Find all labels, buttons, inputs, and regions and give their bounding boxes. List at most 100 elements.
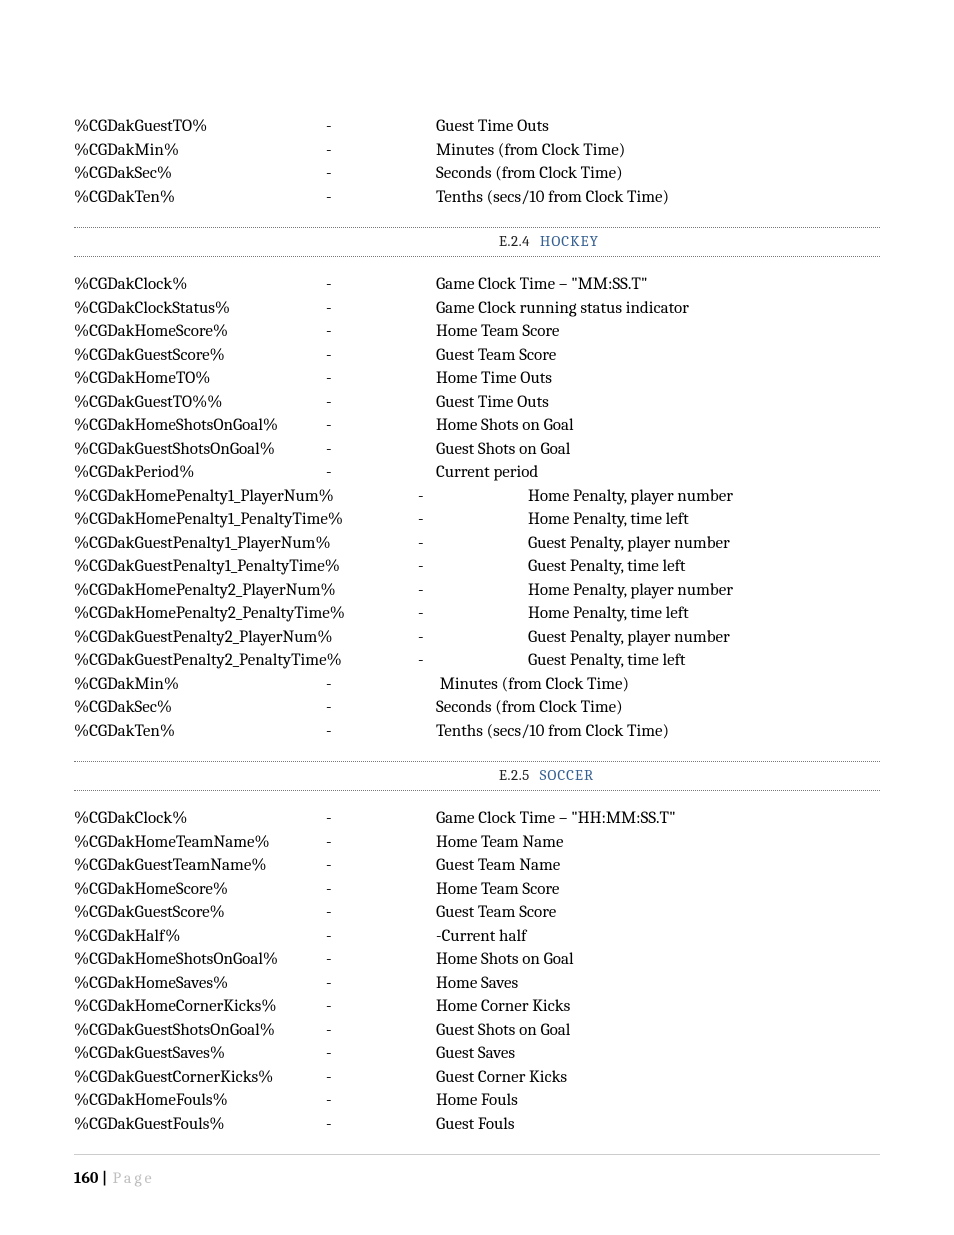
token: %CGDakHomeScore% [74,320,326,344]
dash: - [326,972,436,996]
token: %CGDakHalf% [74,925,326,949]
dash: - [326,438,436,462]
description: Seconds (from Clock Time) [436,696,623,720]
list-item: %CGDakHomeTO%-Home Time Outs [74,367,880,391]
token: %CGDakGuestShotsOnGoal% [74,438,326,462]
list-item: %CGDakHomePenalty1_PlayerNum%-Home Penal… [74,485,880,509]
dash: - [326,297,436,321]
description: Guest Penalty, player number [528,626,730,650]
token: %CGDakGuestCornerKicks% [74,1066,326,1090]
section-number: E.2.5 [499,766,530,784]
list-item: %CGDakHomeCornerKicks%-Home Corner Kicks [74,995,880,1019]
dash: - [326,1089,436,1113]
section-title: SOCCER [540,766,595,784]
list-item: %CGDakHomeFouls%-Home Fouls [74,1089,880,1113]
description: Home Fouls [436,1089,518,1113]
token: %CGDakHomePenalty1_PenaltyTime% [74,508,418,532]
description: Tenths (secs/10 from Clock Time) [436,720,669,744]
description: Home Team Score [436,320,559,344]
description: Game Clock running status indicator [436,297,689,321]
list-item: %CGDakHomePenalty2_PlayerNum%-Home Penal… [74,579,880,603]
list-item: %CGDakGuestShotsOnGoal%-Guest Shots on G… [74,438,880,462]
description: Guest Team Score [436,344,556,368]
token: %CGDakGuestScore% [74,901,326,925]
dash: - [326,414,436,438]
page-footer: 160 | Page [74,1154,880,1187]
description: Home Team Score [436,878,559,902]
list-item: %CGDakTen%-Tenths (secs/10 from Clock Ti… [74,720,880,744]
dash: - [326,273,436,297]
token: %CGDakGuestShotsOnGoal% [74,1019,326,1043]
token: %CGDakHomeShotsOnGoal% [74,414,326,438]
token: %CGDakGuestPenalty1_PenaltyTime% [74,555,418,579]
description: Home Shots on Goal [436,414,574,438]
token: %CGDakGuestTO% [74,115,326,139]
page-word: Page [113,1169,155,1187]
dash: - [326,1113,436,1137]
dash: - [326,878,436,902]
dash: - [418,602,528,626]
list-item: %CGDakTen%-Tenths (secs/10 from Clock Ti… [74,186,880,210]
description: Guest Fouls [436,1113,515,1137]
token: %CGDakHomeShotsOnGoal% [74,948,326,972]
section-header-soccer: E.2.5 SOCCER [74,761,880,791]
list-item: %CGDakHomeScore%-Home Team Score [74,878,880,902]
token: %CGDakSec% [74,162,326,186]
list-item: %CGDakGuestPenalty2_PlayerNum%-Guest Pen… [74,626,880,650]
dash: - [418,579,528,603]
list-item: %CGDakGuestSaves%-Guest Saves [74,1042,880,1066]
token: %CGDakSec% [74,696,326,720]
dash: - [326,115,436,139]
footer-divider: | [102,1169,107,1187]
dash: - [326,1019,436,1043]
description: Guest Penalty, player number [528,532,730,556]
dash: - [326,186,436,210]
description: Game Clock Time – "MM:SS.T" [436,273,648,297]
list-item: %CGDakHomePenalty2_PenaltyTime%-Home Pen… [74,602,880,626]
list-item: %CGDakGuestPenalty1_PenaltyTime%-Guest P… [74,555,880,579]
token: %CGDakHomeTO% [74,367,326,391]
token: %CGDakHomePenalty2_PenaltyTime% [74,602,418,626]
list-item: %CGDakGuestScore%-Guest Team Score [74,344,880,368]
dash: - [326,344,436,368]
page: %CGDakGuestTO%-Guest Time Outs%CGDakMin%… [0,0,954,1235]
description: Home Penalty, player number [528,579,733,603]
list-item: %CGDakGuestPenalty2_PenaltyTime%-Guest P… [74,649,880,673]
dash: - [326,1066,436,1090]
section-soccer: %CGDakClock%-Game Clock Time – "HH:MM:SS… [74,807,880,1136]
list-item: %CGDakSec%-Seconds (from Clock Time) [74,162,880,186]
description: Guest Team Score [436,901,556,925]
dash: - [418,649,528,673]
token: %CGDakClockStatus% [74,297,326,321]
token: %CGDakGuestPenalty2_PlayerNum% [74,626,418,650]
token: %CGDakMin% [74,139,326,163]
description: Home Shots on Goal [436,948,574,972]
description: Guest Corner Kicks [436,1066,567,1090]
list-item: %CGDakClock%-Game Clock Time – "MM:SS.T" [74,273,880,297]
page-number: 160 [74,1169,98,1187]
token: %CGDakGuestScore% [74,344,326,368]
dash: - [418,485,528,509]
dash: - [418,508,528,532]
dash: - [326,854,436,878]
list-item: %CGDakHomePenalty1_PenaltyTime%-Home Pen… [74,508,880,532]
section-top: %CGDakGuestTO%-Guest Time Outs%CGDakMin%… [74,115,880,209]
list-item: %CGDakMin%-Minutes (from Clock Time) [74,139,880,163]
description: Guest Saves [436,1042,515,1066]
list-item: %CGDakGuestTO%%-Guest Time Outs [74,391,880,415]
list-item: %CGDakHomeSaves%-Home Saves [74,972,880,996]
description: Minutes (from Clock Time) [436,673,629,697]
token: %CGDakHomeFouls% [74,1089,326,1113]
description: Guest Time Outs [436,391,549,415]
description: Home Time Outs [436,367,552,391]
dash: - [326,367,436,391]
description: Guest Shots on Goal [436,1019,570,1043]
list-item: %CGDakClock%-Game Clock Time – "HH:MM:SS… [74,807,880,831]
token: %CGDakGuestPenalty2_PenaltyTime% [74,649,418,673]
section-hockey-narrow: %CGDakClock%-Game Clock Time – "MM:SS.T"… [74,273,880,485]
token: %CGDakGuestTO%% [74,391,326,415]
token: %CGDakHomePenalty1_PlayerNum% [74,485,418,509]
dash: - [418,555,528,579]
token: %CGDakGuestFouls% [74,1113,326,1137]
dash: - [326,995,436,1019]
